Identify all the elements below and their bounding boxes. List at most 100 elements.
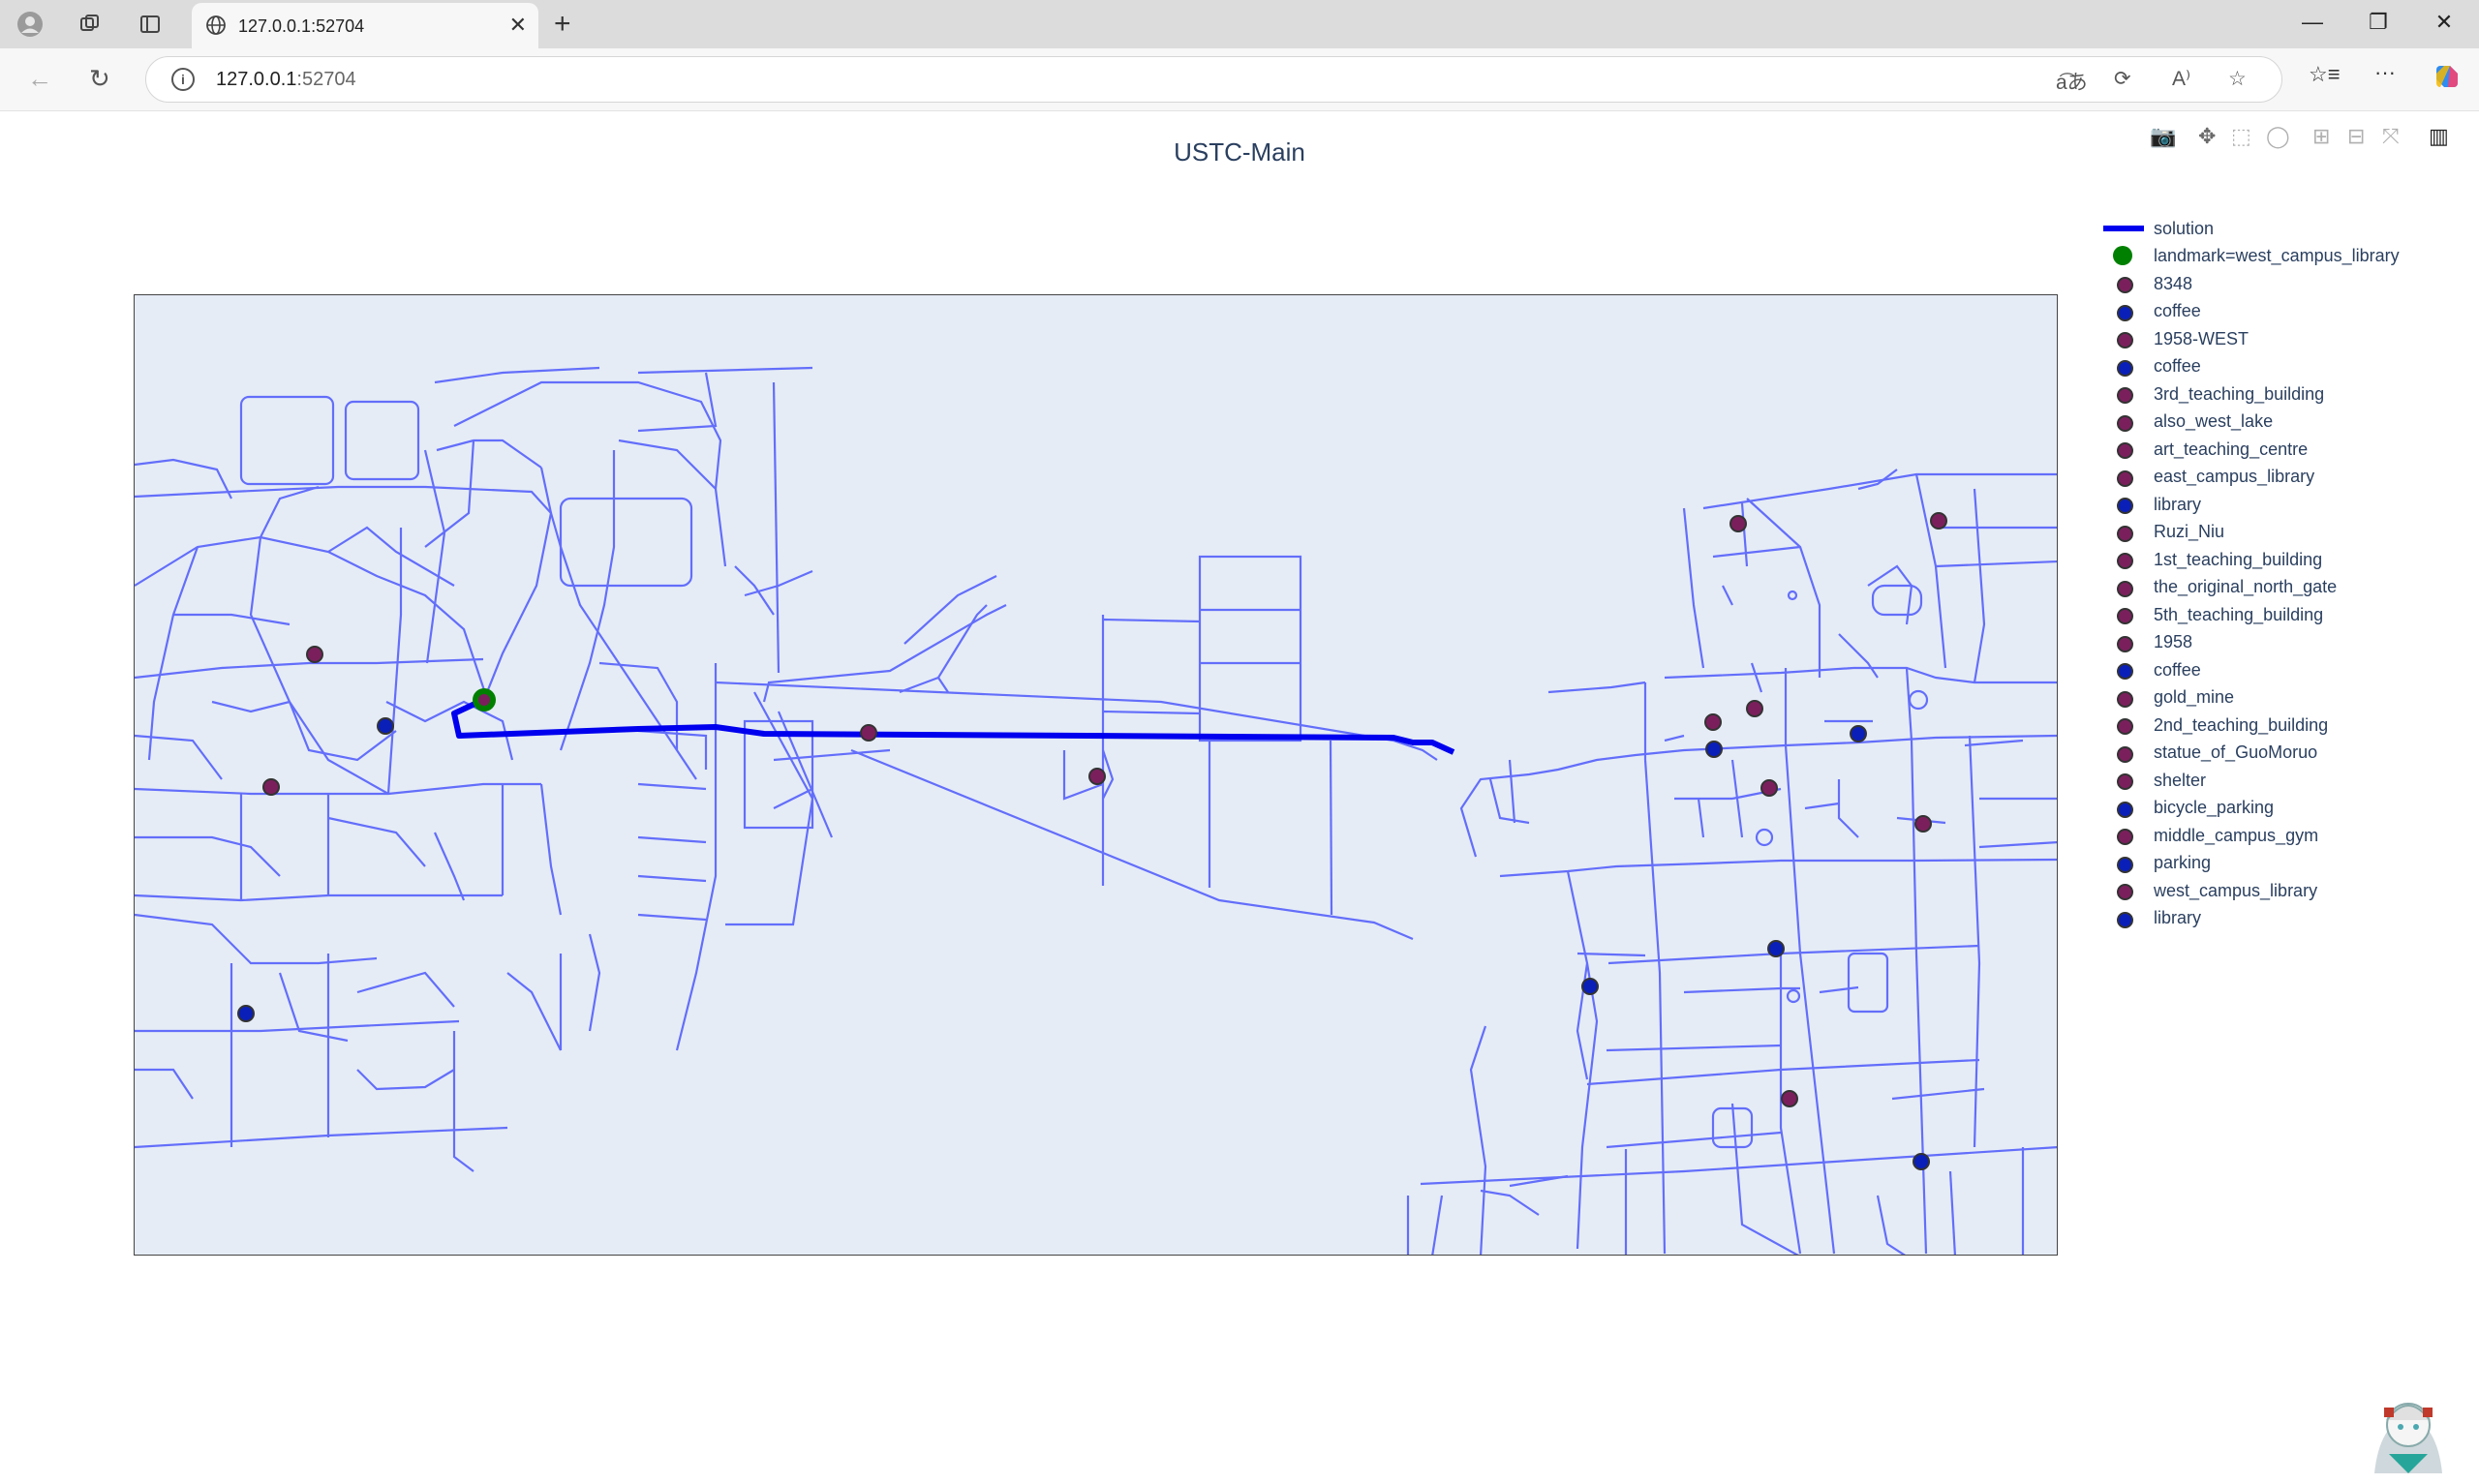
legend-dot-symbol bbox=[2101, 412, 2146, 432]
legend-item[interactable]: 5th_teaching_building bbox=[2101, 601, 2400, 629]
legend-label: statue_of_GuoMoruo bbox=[2154, 742, 2318, 763]
legend-dot-symbol bbox=[2101, 495, 2146, 515]
legend-dot-symbol bbox=[2101, 302, 2146, 321]
back-icon[interactable]: ← bbox=[27, 64, 52, 94]
legend-dot-symbol bbox=[2101, 605, 2146, 625]
plotly-logo-icon[interactable]: ▥ bbox=[2429, 124, 2449, 149]
legend-label: also_west_lake bbox=[2154, 411, 2274, 432]
legend-item[interactable]: bicycle_parking bbox=[2101, 795, 2400, 823]
tab-title: 127.0.0.1:52704 bbox=[238, 16, 365, 36]
legend-item[interactable]: east_campus_library bbox=[2101, 464, 2400, 492]
legend-item[interactable]: landmark=west_campus_library bbox=[2101, 243, 2400, 271]
legend-item[interactable]: gold_mine bbox=[2101, 684, 2400, 712]
poi-marker bbox=[1581, 978, 1599, 995]
legend-item[interactable]: Ruzi_Niu bbox=[2101, 519, 2400, 547]
road-network bbox=[135, 366, 2057, 1255]
legend-item[interactable]: coffee bbox=[2101, 298, 2400, 326]
legend-dot-symbol bbox=[2101, 743, 2146, 763]
mascot-image bbox=[2355, 1386, 2462, 1479]
legend-item[interactable]: parking bbox=[2101, 850, 2400, 878]
legend-label: coffee bbox=[2154, 356, 2201, 377]
minimize-icon[interactable]: — bbox=[2293, 10, 2332, 35]
immersive-reader-icon[interactable]: ⟳ bbox=[2114, 67, 2131, 91]
legend-label: 2nd_teaching_building bbox=[2154, 714, 2329, 735]
legend-item[interactable]: coffee bbox=[2101, 656, 2400, 684]
legend-dot-symbol bbox=[2101, 633, 2146, 652]
legend-item[interactable]: statue_of_GuoMoruo bbox=[2101, 740, 2400, 768]
reset-axes-icon[interactable]: ⤧ bbox=[2382, 124, 2400, 149]
legend-label: 1958 bbox=[2154, 632, 2193, 652]
legend-label: bicycle_parking bbox=[2154, 798, 2275, 818]
legend-label: the_original_north_gate bbox=[2154, 577, 2338, 597]
pan-icon[interactable]: ✥ bbox=[2198, 124, 2216, 149]
new-tab-icon[interactable]: + bbox=[554, 8, 571, 41]
poi-marker bbox=[1704, 713, 1722, 731]
refresh-icon[interactable]: ↻ bbox=[89, 64, 110, 94]
zoom-in-icon[interactable]: ⊞ bbox=[2312, 124, 2330, 149]
legend-dot-symbol bbox=[2101, 245, 2146, 266]
legend-label: 3rd_teaching_building bbox=[2154, 383, 2325, 404]
legend-item[interactable]: 8348 bbox=[2101, 270, 2400, 298]
map-plot-area[interactable] bbox=[134, 294, 2058, 1256]
legend-dot-symbol bbox=[2101, 468, 2146, 487]
box-select-icon[interactable]: ⬚ bbox=[2231, 124, 2251, 149]
legend-label: 1958-WEST bbox=[2154, 328, 2249, 348]
legend-label: 1st_teaching_building bbox=[2154, 549, 2323, 569]
legend-item[interactable]: west_campus_library bbox=[2101, 877, 2400, 905]
restore-icon[interactable]: ❐ bbox=[2359, 10, 2398, 35]
close-tab-icon[interactable]: ✕ bbox=[509, 13, 527, 38]
poi-marker bbox=[1088, 768, 1106, 785]
legend-dot-symbol bbox=[2101, 274, 2146, 294]
active-tab[interactable]: 127.0.0.1:52704 ✕ bbox=[192, 3, 538, 48]
legend-label: east_campus_library bbox=[2154, 467, 2315, 487]
legend-item[interactable]: 1958 bbox=[2101, 629, 2400, 657]
legend-label: library bbox=[2154, 908, 2202, 928]
legend-dot-symbol bbox=[2101, 826, 2146, 846]
legend-item[interactable]: solution bbox=[2101, 215, 2400, 243]
url-text[interactable]: 127.0.0.1:52704 bbox=[216, 69, 356, 91]
favorite-star-icon[interactable]: ☆ bbox=[2228, 67, 2247, 91]
legend-dot-symbol bbox=[2101, 909, 2146, 928]
read-aloud-icon[interactable]: A⁾ bbox=[2172, 67, 2190, 91]
legend-item[interactable]: the_original_north_gate bbox=[2101, 574, 2400, 602]
map-svg[interactable] bbox=[135, 295, 2058, 1256]
legend-item[interactable]: shelter bbox=[2101, 767, 2400, 795]
camera-icon[interactable]: 📷 bbox=[2150, 124, 2176, 149]
legend-item[interactable]: also_west_lake bbox=[2101, 409, 2400, 437]
legend-item[interactable]: 1st_teaching_building bbox=[2101, 546, 2400, 574]
legend-dot-symbol bbox=[2101, 357, 2146, 377]
legend-label: 8348 bbox=[2154, 273, 2193, 293]
translate-icon[interactable]: a͡あ bbox=[2056, 67, 2088, 96]
legend-item[interactable]: library bbox=[2101, 905, 2400, 933]
more-menu-icon[interactable]: ··· bbox=[2374, 60, 2396, 85]
url-host: 127.0.0.1 bbox=[216, 69, 297, 90]
legend-item[interactable]: 2nd_teaching_building bbox=[2101, 712, 2400, 740]
legend-item[interactable]: 1958-WEST bbox=[2101, 325, 2400, 353]
legend-item[interactable]: 3rd_teaching_building bbox=[2101, 380, 2400, 409]
workspaces-icon[interactable] bbox=[76, 10, 105, 39]
profile-icon[interactable] bbox=[15, 10, 45, 39]
legend-dot-symbol bbox=[2101, 329, 2146, 349]
legend-dot-symbol bbox=[2101, 688, 2146, 708]
poi-marker bbox=[237, 1005, 255, 1022]
favorites-icon[interactable]: ☆≡ bbox=[2309, 62, 2341, 87]
legend-item[interactable]: art_teaching_centre bbox=[2101, 436, 2400, 464]
poi-marker bbox=[860, 724, 877, 742]
legend-item[interactable]: middle_campus_gym bbox=[2101, 822, 2400, 850]
poi-marker bbox=[377, 717, 394, 735]
poi-marker bbox=[1930, 512, 1947, 530]
legend-dot-symbol bbox=[2101, 523, 2146, 542]
legend-label: coffee bbox=[2154, 301, 2201, 321]
legend-item[interactable]: coffee bbox=[2101, 353, 2400, 381]
legend-item[interactable]: library bbox=[2101, 491, 2400, 519]
zoom-out-icon[interactable]: ⊟ bbox=[2347, 124, 2365, 149]
vertical-tabs-icon[interactable] bbox=[136, 10, 165, 39]
poi-marker bbox=[1746, 700, 1763, 717]
address-bar[interactable]: i 127.0.0.1:52704 a͡あ ⟳ A⁾ ☆ bbox=[145, 56, 2282, 103]
copilot-icon[interactable] bbox=[2433, 62, 2462, 97]
site-info-icon[interactable]: i bbox=[171, 68, 195, 91]
poi-marker bbox=[1729, 515, 1747, 532]
legend-dot-symbol bbox=[2101, 550, 2146, 570]
window-close-icon[interactable]: ✕ bbox=[2425, 10, 2464, 35]
lasso-select-icon[interactable]: ◯ bbox=[2266, 124, 2290, 149]
